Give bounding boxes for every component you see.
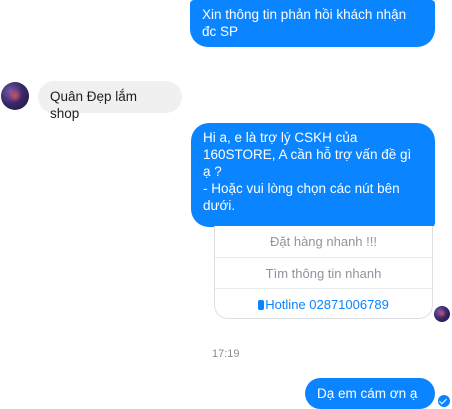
customer-avatar[interactable] (1, 82, 29, 110)
phone-icon (258, 300, 265, 310)
message-line: Hi a, e là trợ lý CSKH của (203, 130, 358, 145)
hotline-button[interactable]: Hotline 02871006789 (215, 288, 432, 320)
outgoing-message-bubble: Xin thông tin phản hồi khách nhận đc SP (190, 0, 435, 47)
order-quick-button[interactable]: Đặt hàng nhanh !!! (215, 226, 432, 257)
seen-avatar (434, 306, 450, 322)
outgoing-message-bubble: Dạ em cám ơn ạ (305, 378, 435, 409)
message-text: Quân Đẹp lắm shop (50, 89, 138, 121)
check-circle-icon (438, 395, 450, 407)
info-quick-button[interactable]: Tìm thông tin nhanh (215, 257, 432, 289)
message-line: ạ ? (203, 164, 222, 179)
quick-reply-buttons: Đặt hàng nhanh !!! Tìm thông tin nhanh H… (214, 226, 433, 319)
message-line: dưới. (203, 198, 236, 213)
message-line: - Hoặc vui lòng chọn các nút bên (203, 181, 400, 196)
message-timestamp: 17:19 (212, 348, 240, 360)
button-label: Đặt hàng nhanh !!! (270, 234, 377, 249)
bot-greeting-bubble: Hi a, e là trợ lý CSKH của 160STORE, A c… (191, 123, 435, 227)
message-line: 160STORE, A cần hỗ trợ vấn đề gì (203, 147, 412, 162)
incoming-message-bubble: Quân Đẹp lắm shop (38, 81, 182, 121)
message-text: Dạ em cám ơn ạ (317, 386, 418, 401)
button-label: Tìm thông tin nhanh (265, 266, 382, 281)
button-label: Hotline 02871006789 (265, 297, 389, 312)
message-text: Xin thông tin phản hồi khách nhận đc SP (202, 7, 407, 39)
